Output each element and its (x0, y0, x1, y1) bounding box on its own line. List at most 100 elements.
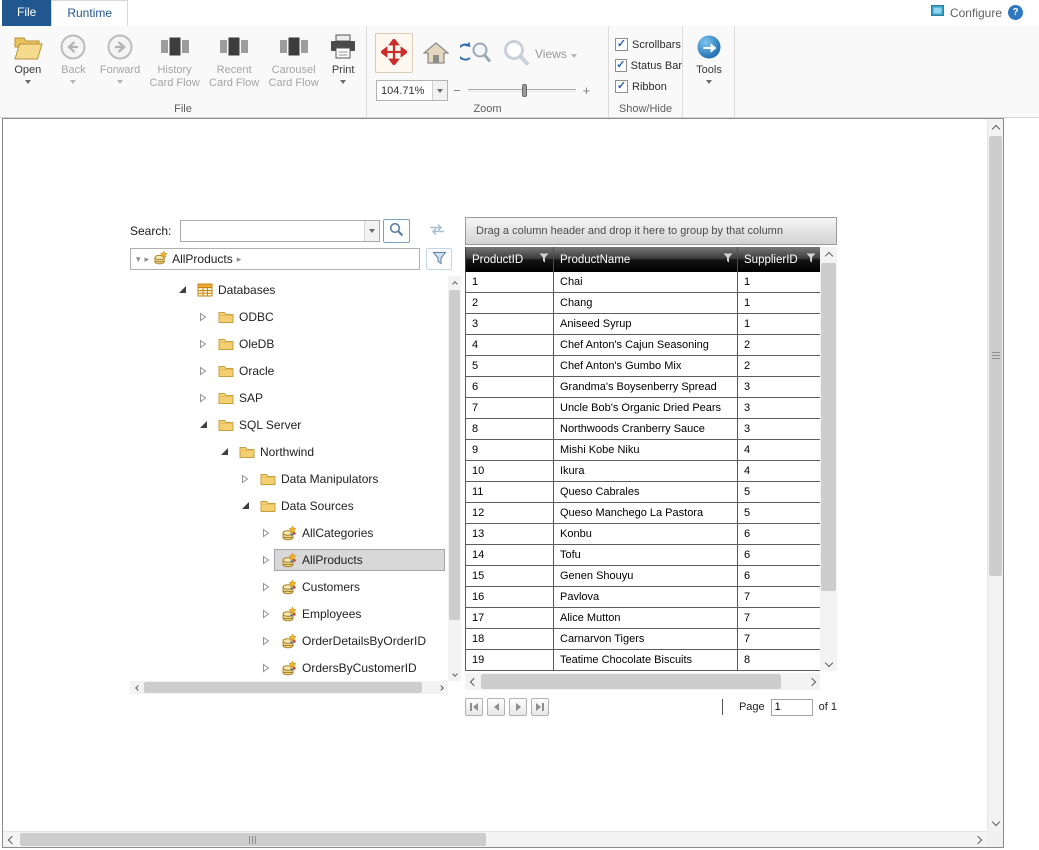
document-vertical-scrollbar[interactable] (987, 119, 1003, 831)
first-page-button[interactable] (465, 698, 483, 716)
tree-vscroll-thumb[interactable] (449, 290, 460, 620)
tree-item-content[interactable]: ODBC (211, 307, 445, 327)
table-row[interactable]: 18Carnarvon Tigers7 (466, 629, 820, 650)
collapsed-arrow-icon[interactable] (260, 528, 272, 538)
collapsed-arrow-icon[interactable] (197, 312, 209, 322)
tree-item-content[interactable]: Databases (190, 280, 445, 300)
scroll-right-icon[interactable] (971, 832, 987, 848)
collapsed-arrow-icon[interactable] (239, 474, 251, 484)
grid-hscroll-thumb[interactable] (481, 674, 781, 689)
table-row[interactable]: 17Alice Mutton7 (466, 608, 820, 629)
tree-horizontal-scrollbar[interactable] (130, 681, 448, 694)
back-button[interactable]: Back (52, 29, 96, 84)
column-filter-funnel-icon[interactable] (539, 253, 549, 267)
sync-button[interactable] (424, 220, 450, 242)
breadcrumb-arrow-icon[interactable]: ▸ (145, 254, 150, 265)
tree-item-allcategories[interactable]: AllCategories (130, 519, 448, 546)
expanded-arrow-icon[interactable] (218, 447, 230, 456)
search-button[interactable] (383, 219, 410, 243)
grid-vertical-scrollbar[interactable] (820, 247, 837, 671)
collapsed-arrow-icon[interactable] (197, 393, 209, 403)
grid-vscroll-thumb[interactable] (821, 263, 836, 591)
zoom-level-input[interactable] (377, 85, 432, 97)
history-card-flow-button[interactable]: History Card Flow (145, 29, 205, 89)
collapsed-arrow-icon[interactable] (197, 366, 209, 376)
collapsed-arrow-icon[interactable] (260, 582, 272, 592)
scroll-right-icon[interactable] (435, 681, 448, 694)
scroll-left-icon[interactable] (465, 673, 480, 690)
scroll-up-icon[interactable] (448, 276, 461, 289)
help-icon[interactable]: ? (1008, 5, 1023, 20)
table-row[interactable]: 10Ikura4 (466, 461, 820, 482)
table-row[interactable]: 11Queso Cabrales5 (466, 482, 820, 503)
tab-file[interactable]: File (2, 0, 51, 26)
table-row[interactable]: 15Genen Shouyu6 (466, 566, 820, 587)
tree-item-content[interactable]: Oracle (211, 361, 445, 381)
tree-item-content[interactable]: OrderDetailsByOrderID (274, 630, 445, 652)
table-row[interactable]: 6Grandma's Boysenberry Spread3 (466, 377, 820, 398)
scroll-down-icon[interactable] (988, 815, 1004, 831)
configure-button[interactable]: Configure (950, 6, 1002, 20)
combo-dropdown-button[interactable] (432, 81, 447, 100)
home-button[interactable] (419, 38, 453, 70)
tree-item-content[interactable]: AllProducts (274, 549, 445, 571)
recent-card-flow-button[interactable]: Recent Card Flow (204, 29, 264, 89)
tree-item-odbc[interactable]: ODBC (130, 303, 448, 330)
tree-hscroll-thumb[interactable] (144, 682, 422, 693)
tree-item-content[interactable]: Employees (274, 603, 445, 625)
previous-page-button[interactable] (487, 698, 505, 716)
breadcrumb-item-allproducts[interactable]: AllProducts (172, 252, 233, 266)
zoom-slider[interactable]: − + (453, 78, 603, 102)
pan-button[interactable] (375, 33, 413, 73)
tree-item-content[interactable]: Northwind (232, 442, 445, 462)
table-row[interactable]: 16Pavlova7 (466, 587, 820, 608)
tree-item-content[interactable]: Data Sources (253, 496, 445, 516)
tree-item-content[interactable]: SAP (211, 388, 445, 408)
last-page-button[interactable] (531, 698, 549, 716)
table-row[interactable]: 4Chef Anton's Cajun Seasoning2 (466, 335, 820, 356)
grid-horizontal-scrollbar[interactable] (465, 673, 820, 690)
scroll-up-icon[interactable] (988, 119, 1004, 135)
tree-item-content[interactable]: Customers (274, 576, 445, 598)
status-bar-checkbox[interactable]: ✓ Status Bar (615, 55, 682, 76)
document-hscroll-thumb[interactable] (20, 833, 486, 846)
collapsed-arrow-icon[interactable] (260, 663, 272, 673)
ribbon-checkbox[interactable]: ✓ Ribbon (615, 76, 682, 97)
tree-item-content[interactable]: SQL Server (211, 415, 445, 435)
expanded-arrow-icon[interactable] (176, 285, 188, 294)
table-row[interactable]: 3Aniseed Syrup1 (466, 314, 820, 335)
column-header-productname[interactable]: ProductName (554, 247, 738, 272)
table-row[interactable]: 13Konbu6 (466, 524, 820, 545)
table-row[interactable]: 5Chef Anton's Gumbo Mix2 (466, 356, 820, 377)
search-combo[interactable] (180, 220, 380, 242)
filter-button[interactable] (426, 248, 452, 270)
tree-item-data-sources[interactable]: Data Sources (130, 492, 448, 519)
tree-item-content[interactable]: OrdersByCustomerID (274, 657, 445, 679)
zoom-reset-button[interactable] (457, 38, 495, 70)
tree-item-allproducts[interactable]: AllProducts (130, 546, 448, 573)
column-header-productid[interactable]: ProductID (466, 247, 554, 272)
table-row[interactable]: 19Teatime Chocolate Biscuits8 (466, 650, 820, 671)
zoom-slider-thumb[interactable] (522, 84, 527, 97)
page-number-input[interactable] (771, 699, 813, 716)
document-vscroll-thumb[interactable] (989, 136, 1002, 576)
search-input[interactable] (181, 221, 364, 241)
combo-dropdown-button[interactable] (364, 221, 379, 241)
views-button[interactable]: Views (501, 34, 577, 74)
collapsed-arrow-icon[interactable] (260, 609, 272, 619)
tree-item-content[interactable]: Data Manipulators (253, 469, 445, 489)
zoom-slider-track[interactable] (468, 89, 576, 92)
print-button[interactable]: Print (323, 29, 363, 84)
document-horizontal-scrollbar[interactable] (3, 831, 987, 847)
zoom-out-minus-label[interactable]: − (453, 83, 461, 98)
tree-item-orderdetailsbyorderid[interactable]: OrderDetailsByOrderID (130, 627, 448, 654)
tree-item-northwind[interactable]: Northwind (130, 438, 448, 465)
tree-item-ordersbycustomerid[interactable]: OrdersByCustomerID (130, 654, 448, 681)
table-row[interactable]: 7Uncle Bob's Organic Dried Pears3 (466, 398, 820, 419)
scroll-right-icon[interactable] (805, 673, 820, 690)
table-row[interactable]: 8Northwoods Cranberry Sauce3 (466, 419, 820, 440)
column-filter-funnel-icon[interactable] (723, 253, 733, 267)
tree-item-data-manipulators[interactable]: Data Manipulators (130, 465, 448, 492)
forward-button[interactable]: Forward (95, 29, 145, 84)
table-row[interactable]: 14Tofu6 (466, 545, 820, 566)
